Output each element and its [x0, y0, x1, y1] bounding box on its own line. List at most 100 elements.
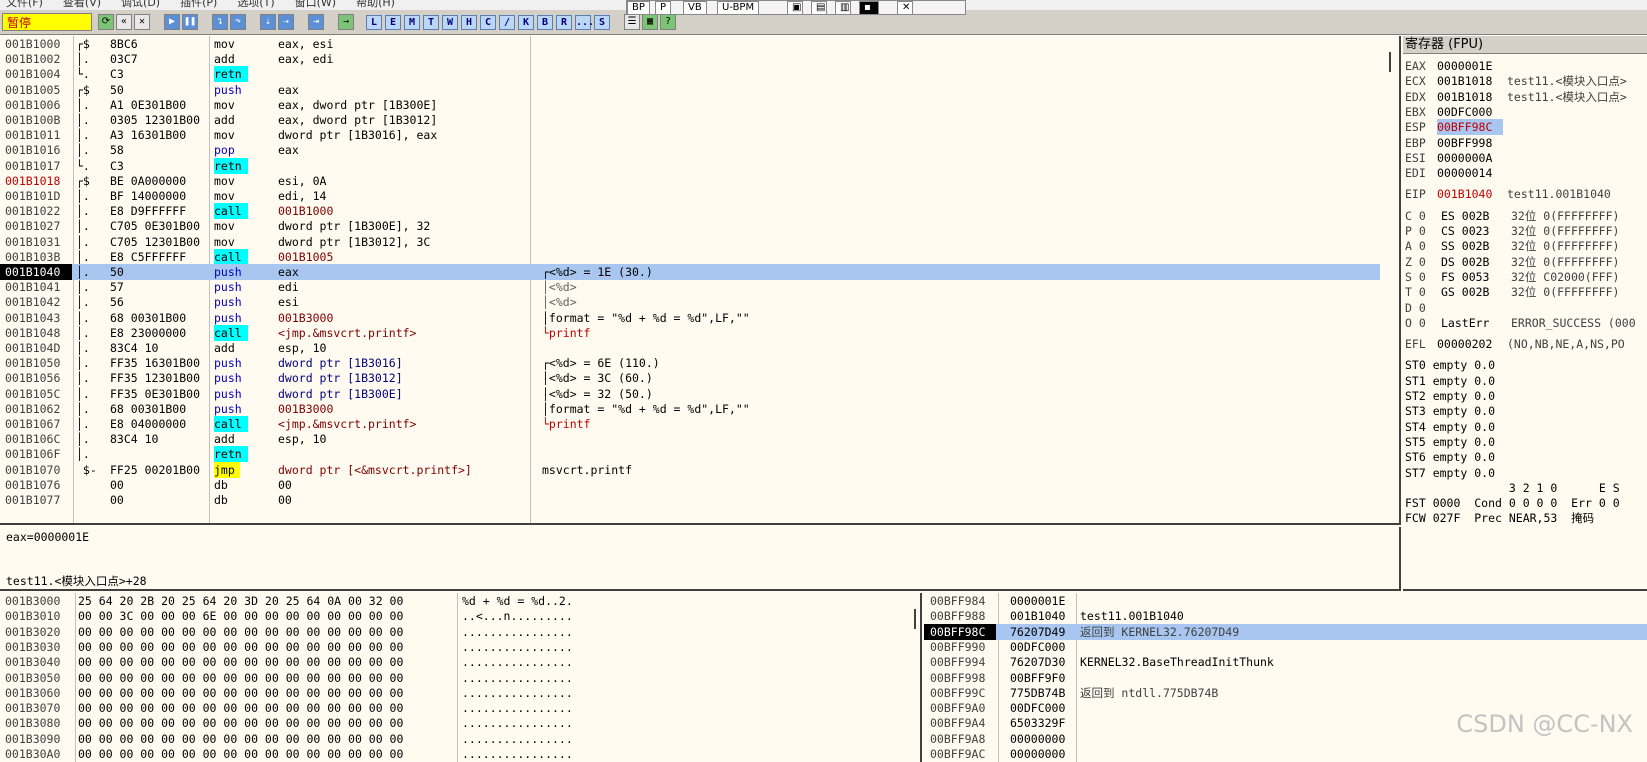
menu-item-3[interactable]: 插件(P): [174, 0, 217, 8]
menu-item-0[interactable]: 文件(F): [0, 0, 43, 8]
register-value[interactable]: 0000000A: [1437, 150, 1503, 166]
dump-row[interactable]: 001B3020 00 00 00 00 00 00 00 00 00 00 00…: [0, 624, 920, 640]
stack-row[interactable]: 00BFF988 001B1040 test11.001B1040: [924, 608, 1647, 624]
pause-icon[interactable]: ❚❚: [182, 14, 198, 30]
flag-row[interactable]: T 0 GS 002B 32位 0(FFFFFFFF): [1403, 284, 1647, 300]
fpu-st-row[interactable]: ST3 empty 0.0: [1403, 403, 1647, 419]
dump-row[interactable]: 001B3090 00 00 00 00 00 00 00 00 00 00 00…: [0, 731, 920, 747]
register-row[interactable]: ESI 0000000A: [1403, 150, 1647, 166]
disasm-row[interactable]: 001B1062 │. 68 00301B00 push 001B3000 │format…: [0, 401, 1380, 417]
stack-row[interactable]: 00BFF98C 76207D49 返回到 KERNEL32.76207D49: [924, 623, 1647, 640]
disasm-row[interactable]: 001B1056 │. FF35 12301B00 push dword ptr [1B…: [0, 370, 1380, 386]
disasm-row[interactable]: 001B105C │. FF35 0E301B00 push dword ptr [1B…: [0, 386, 1380, 402]
register-row[interactable]: ESP 00BFF98C: [1403, 119, 1647, 136]
disasm-row[interactable]: 001B1017 └. C3 retn: [0, 157, 1380, 174]
menu-item-2[interactable]: 调试(D): [115, 0, 160, 8]
flag-row[interactable]: S 0 FS 0053 32位 C02000(FFF): [1403, 269, 1647, 285]
folder-icon[interactable]: ▥: [835, 1, 851, 15]
bp-button[interactable]: BP: [627, 1, 650, 15]
stack-row[interactable]: 00BFF990 00DFC000: [924, 639, 1647, 655]
disasm-row[interactable]: 001B1018 ┌$ BE 0A000000 mov esi, 0A: [0, 173, 1380, 189]
trace-over-icon[interactable]: ⇢: [278, 14, 294, 30]
close-icon[interactable]: ✕: [134, 14, 150, 30]
fpu-st-row[interactable]: ST0 empty 0.0: [1403, 357, 1647, 373]
fpu-st-row[interactable]: ST1 empty 0.0: [1403, 373, 1647, 389]
disasm-row[interactable]: 001B106C │. 83C4 10 add esp, 10: [0, 431, 1380, 447]
flag-row[interactable]: C 0 ES 002B 32位 0(FFFFFFFF): [1403, 208, 1647, 224]
toolbar-letter-M[interactable]: M: [404, 15, 420, 30]
menu-item-5[interactable]: 窗口(W): [289, 0, 336, 8]
toolbar-letter-/[interactable]: /: [499, 15, 515, 30]
register-row[interactable]: EAX 0000001E: [1403, 58, 1647, 74]
toolbar-letter-W[interactable]: W: [442, 15, 458, 30]
registers-pane[interactable]: 寄存器 (FPU) EAX 0000001E ECX 001B1018 test11.<…: [1403, 36, 1647, 591]
fpu-st-row[interactable]: ST7 empty 0.0: [1403, 465, 1647, 481]
register-row[interactable]: EFL 00000202 (NO,NB,NE,A,NS,PO: [1403, 336, 1647, 352]
menu-item-4[interactable]: 选项(T): [231, 0, 274, 8]
dump-row[interactable]: 001B3050 00 00 00 00 00 00 00 00 00 00 00…: [0, 670, 920, 686]
disasm-row[interactable]: 001B1002 │. 03C7 add eax, edi: [0, 51, 1380, 67]
toolbar-letter-B[interactable]: B: [537, 15, 553, 30]
stack-row[interactable]: 00BFF984 0000001E: [924, 593, 1647, 609]
dump-row[interactable]: 001B3000 25 64 20 2B 20 25 64 20 3D 20 25…: [0, 593, 920, 609]
help-icon[interactable]: ?: [660, 14, 676, 30]
menu-item-1[interactable]: 查看(V): [57, 0, 101, 8]
toolbar-letter-...[interactable]: ...: [575, 15, 594, 30]
execute-till-return-icon[interactable]: ⇥: [308, 14, 324, 30]
register-value[interactable]: 00DFC000: [1437, 104, 1503, 120]
goto-icon[interactable]: →: [338, 14, 354, 30]
flag-row[interactable]: D 0: [1403, 300, 1647, 316]
register-value[interactable]: 001B1018: [1437, 89, 1503, 105]
grid-icon[interactable]: ▦: [642, 14, 658, 30]
toolbar-letter-L[interactable]: L: [366, 15, 382, 30]
console-icon[interactable]: ▪: [859, 1, 879, 15]
disasm-row[interactable]: 001B1040 │. 50 push eax ┌<%d> = 1E (30.): [0, 264, 1380, 280]
register-value[interactable]: 001B1018: [1437, 73, 1503, 89]
disasm-row[interactable]: 001B1016 │. 58 pop eax: [0, 142, 1380, 158]
register-row[interactable]: EDX 001B1018 test11.<模块入口点>: [1403, 89, 1647, 105]
stack-row[interactable]: 00BFF9AC 00000000: [924, 746, 1647, 762]
disasm-row[interactable]: 001B1070 $- FF25 00201B00 jmp dword ptr [<&…: [0, 461, 1380, 478]
register-value[interactable]: 00000202: [1437, 336, 1503, 352]
fpu-st-row[interactable]: ST5 empty 0.0: [1403, 434, 1647, 450]
register-value[interactable]: 00000014: [1437, 165, 1503, 181]
register-row[interactable]: EBX 00DFC000: [1403, 104, 1647, 120]
run-icon[interactable]: ▶: [164, 14, 180, 30]
dump-row[interactable]: 001B3030 00 00 00 00 00 00 00 00 00 00 00…: [0, 639, 920, 655]
fpu-st-row[interactable]: ST2 empty 0.0: [1403, 388, 1647, 404]
toolbar-letter-H[interactable]: H: [461, 15, 477, 30]
step-over-icon[interactable]: ↷: [230, 14, 246, 30]
disasm-row[interactable]: 001B1000 ┌$ 8BC6 mov eax, esi: [0, 36, 1380, 52]
disasm-row[interactable]: 001B1027 │. C705 0E301B00 mov dword ptr [1B3…: [0, 218, 1380, 234]
register-value[interactable]: 00BFF998: [1437, 135, 1503, 151]
stack-row[interactable]: 00BFF994 76207D30 KERNEL32.BaseThreadInitT…: [924, 654, 1647, 670]
menu-item-6[interactable]: 帮助(H): [350, 0, 395, 8]
stack-row[interactable]: 00BFF99C 775DB74B 返回到 ntdll.775DB74B: [924, 685, 1647, 701]
register-row[interactable]: EIP 001B1040 test11.001B1040: [1403, 186, 1647, 202]
flag-row[interactable]: P 0 CS 0023 32位 0(FFFFFFFF): [1403, 223, 1647, 239]
memory-dump-pane[interactable]: 001B3000 25 64 20 2B 20 25 64 20 3D 20 25…: [0, 593, 922, 762]
disasm-row[interactable]: 001B100B │. 0305 12301B00 add eax, dword ptr…: [0, 112, 1380, 128]
dump-row[interactable]: 001B3040 00 00 00 00 00 00 00 00 00 00 00…: [0, 654, 920, 670]
log-icon[interactable]: ▤: [811, 1, 827, 15]
disasm-row[interactable]: 001B1022 │. E8 D9FFFFFF call 001B1000: [0, 203, 1380, 220]
options-icon[interactable]: ☰: [624, 14, 640, 30]
trace-into-icon[interactable]: ⇣: [260, 14, 276, 30]
register-value[interactable]: 00BFF98C: [1437, 119, 1503, 136]
disasm-row[interactable]: 001B103B │. E8 C5FFFFFF call 001B1005: [0, 248, 1380, 265]
dump-row[interactable]: 001B30A0 00 00 00 00 00 00 00 00 00 00 00…: [0, 746, 920, 762]
stack-row[interactable]: 00BFF998 00BFF9F0: [924, 670, 1647, 686]
dump-row[interactable]: 001B3080 00 00 00 00 00 00 00 00 00 00 00…: [0, 715, 920, 731]
disasm-row[interactable]: 001B1067 │. E8 04000000 call <jmp.&msvcrt.pr…: [0, 416, 1380, 432]
flag-row[interactable]: A 0 SS 002B 32位 0(FFFFFFFF): [1403, 238, 1647, 254]
disasm-row[interactable]: 001B104D │. 83C4 10 add esp, 10: [0, 340, 1380, 356]
disasm-row[interactable]: 001B1041 │. 57 push edi │<%d>: [0, 279, 1380, 295]
register-value[interactable]: 0000001E: [1437, 58, 1503, 74]
toolbar-letter-K[interactable]: K: [518, 15, 534, 30]
fpu-st-row[interactable]: ST4 empty 0.0: [1403, 419, 1647, 435]
register-row[interactable]: EBP 00BFF998: [1403, 135, 1647, 151]
disasm-row[interactable]: 001B106F │. retn: [0, 446, 1380, 463]
dump-scroll-thumb[interactable]: [914, 609, 916, 629]
toolbar-letter-R[interactable]: R: [556, 15, 572, 30]
disasm-row[interactable]: 001B1050 │. FF35 16301B00 push dword ptr [1B…: [0, 355, 1380, 371]
